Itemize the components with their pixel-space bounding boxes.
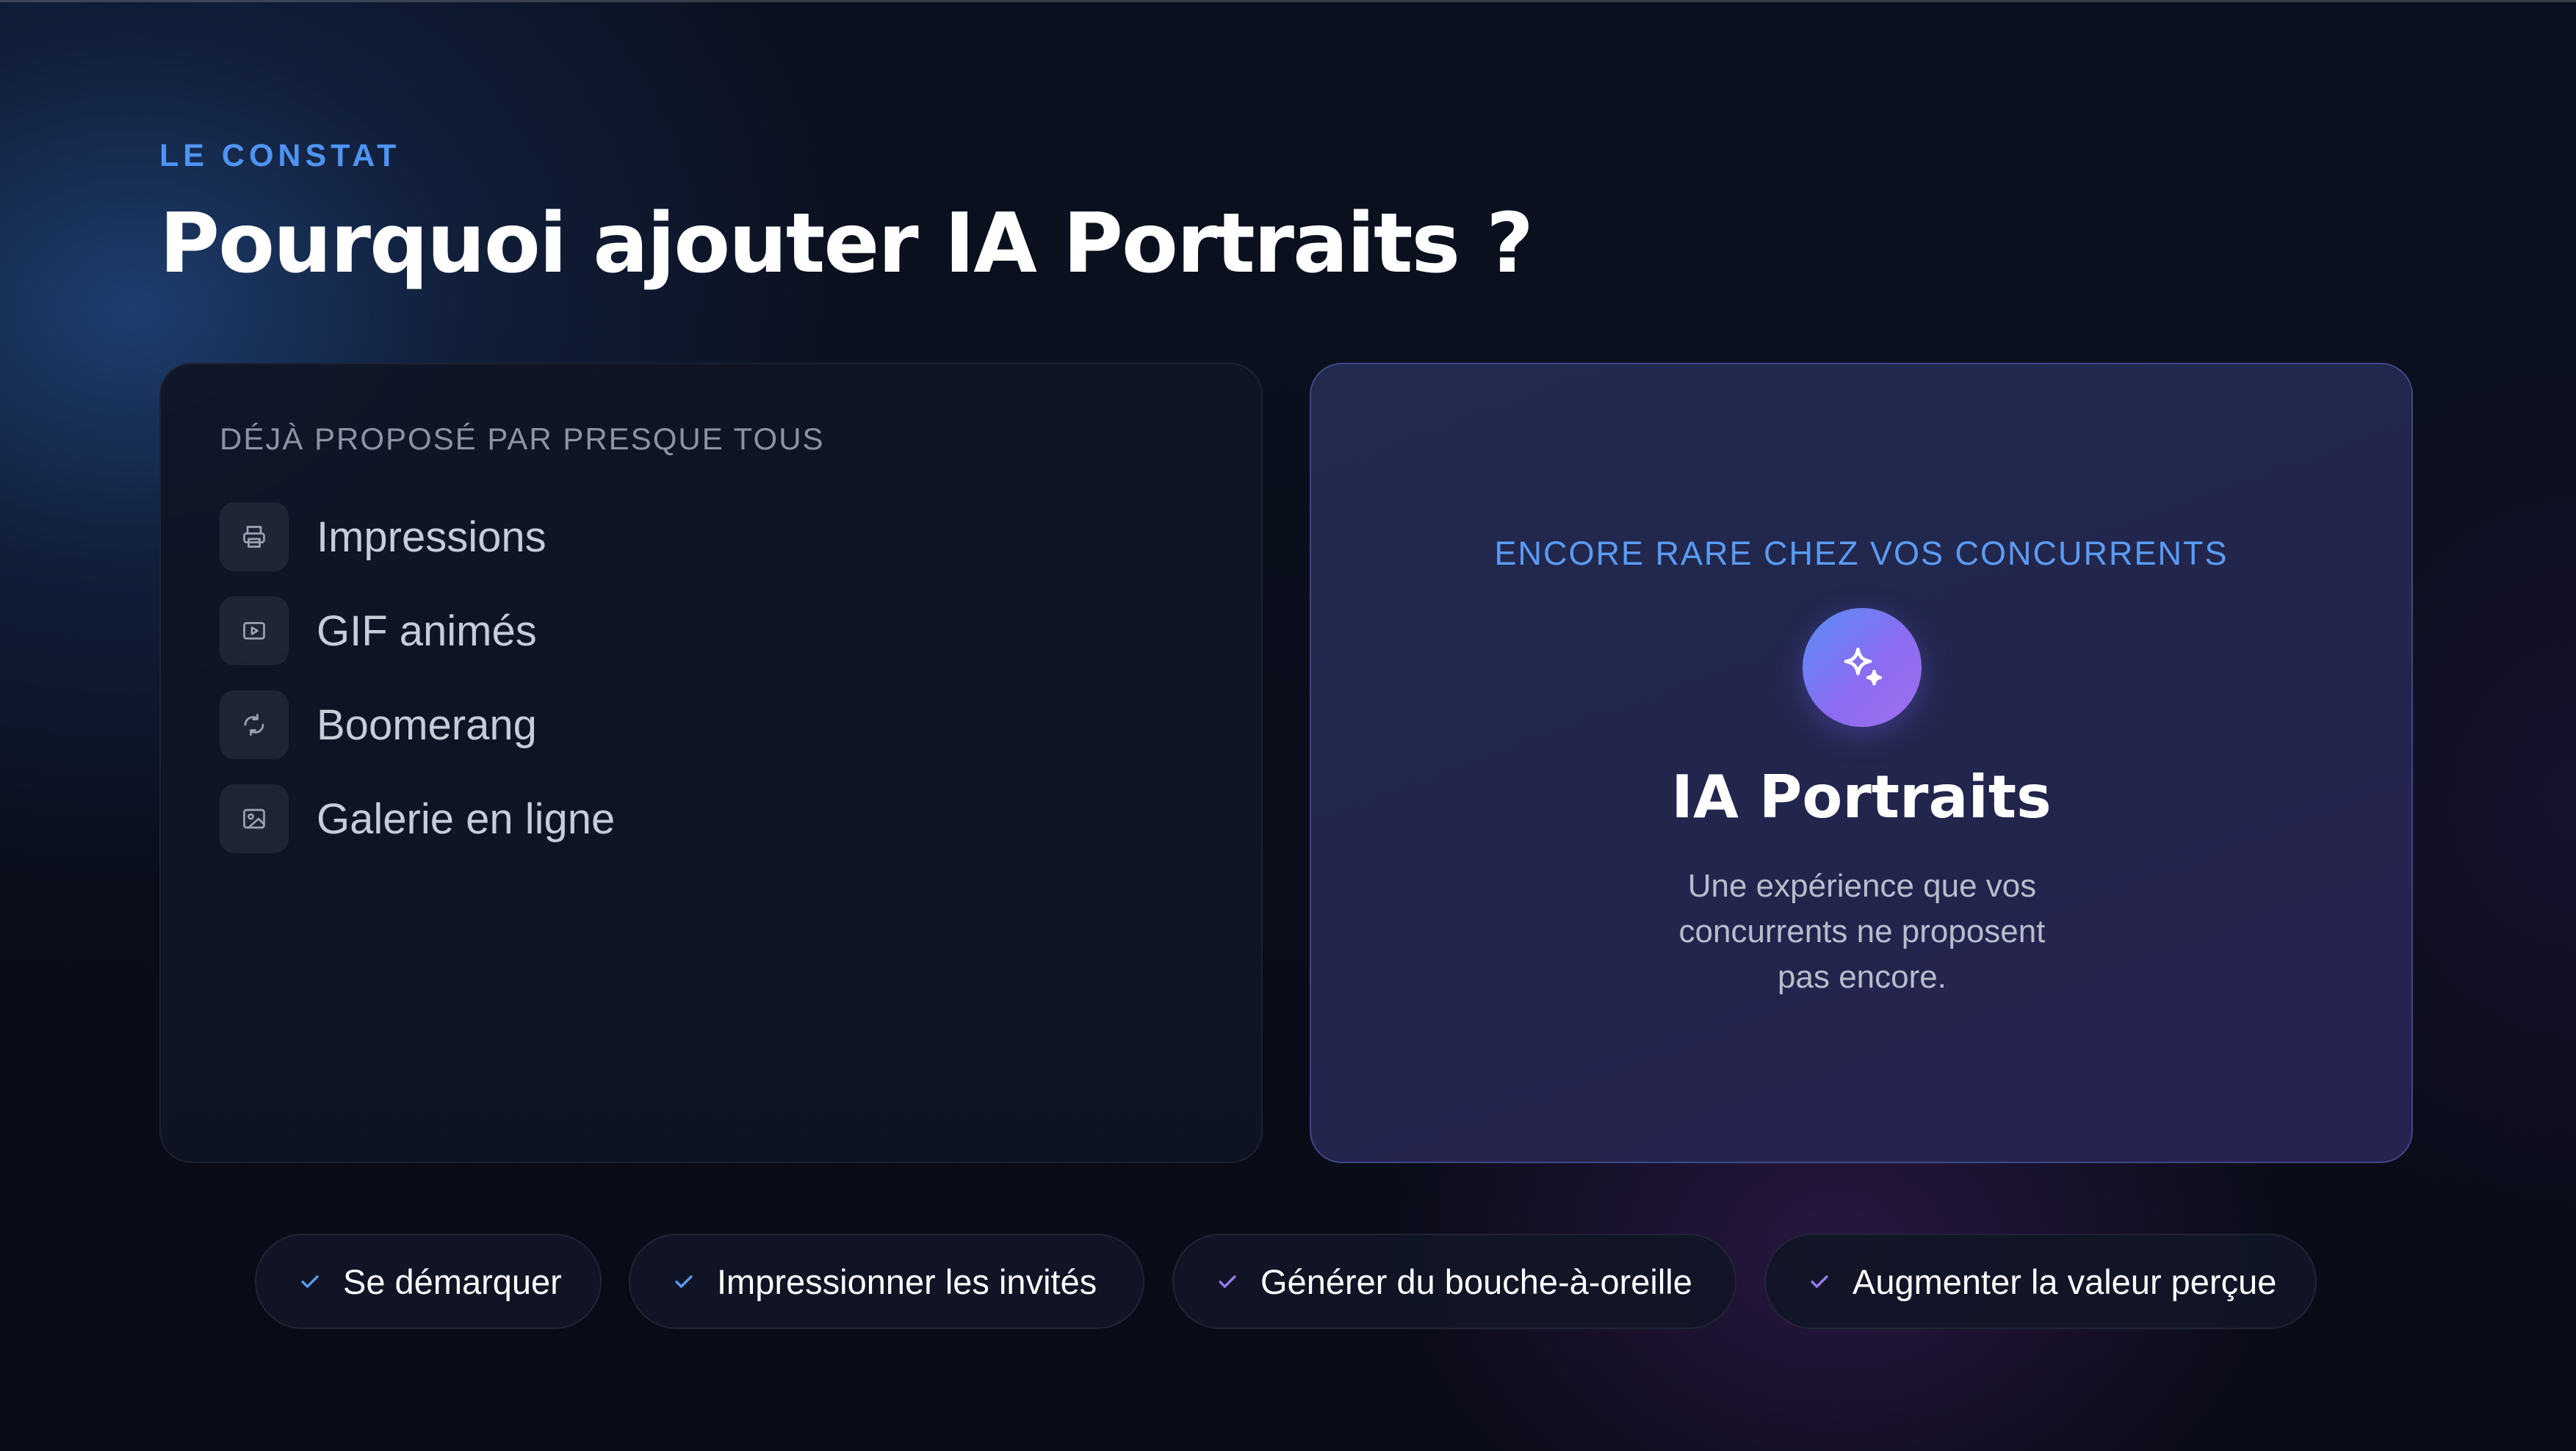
check-icon [301,1275,319,1288]
highlight-card: ENCORE RARE CHEZ VOS CONCURRENTS IA Port… [1310,363,2413,1163]
sparkles-icon [1803,608,1922,727]
feature-label: GIF animés [317,607,537,655]
benefit-pill: Se démarquer [255,1234,602,1329]
description-line: concurrents ne proposent [1678,913,2046,949]
list-item: Impressions [220,502,615,571]
list-item: Galerie en ligne [220,784,615,853]
benefit-label: Impressionner les invités [717,1262,1097,1301]
loop-icon [220,690,289,759]
common-features-card: DÉJÀ PROPOSÉ PAR PRESQUE TOUS Impression… [159,363,1263,1163]
product-description: Une expérience que vos concurrents ne pr… [1664,864,2060,1000]
printer-icon [220,502,289,571]
product-title: IA Portraits [1671,763,2052,831]
check-icon [1811,1275,1828,1288]
description-line: pas encore. [1778,959,1947,995]
common-features-heading: DÉJÀ PROPOSÉ PAR PRESQUE TOUS [220,421,825,456]
list-item: Boomerang [220,690,615,759]
feature-label: Boomerang [317,701,537,749]
benefit-pill: Impressionner les invités [629,1234,1144,1329]
check-icon [675,1275,693,1288]
benefit-pill: Augmenter la valeur perçue [1764,1234,2317,1329]
section-eyebrow: LE CONSTAT [159,138,401,173]
image-icon [220,784,289,853]
benefit-label: Augmenter la valeur perçue [1852,1262,2277,1301]
benefit-pill: Générer du bouche-à-oreille [1172,1234,1736,1329]
benefit-label: Générer du bouche-à-oreille [1260,1262,1692,1301]
page-title: Pourquoi ajouter IA Portraits ? [159,196,1534,292]
check-icon [1219,1275,1236,1288]
list-item: GIF animés [220,596,615,665]
benefits-row: Se démarquer Impressionner les invités G… [0,1234,2576,1329]
description-line: Une expérience que vos [1687,868,2037,904]
top-border [0,0,2576,2]
highlight-heading: ENCORE RARE CHEZ VOS CONCURRENTS [1494,535,2229,572]
benefit-label: Se démarquer [343,1262,562,1301]
feature-label: Galerie en ligne [317,795,616,843]
play-icon [220,596,289,665]
common-features-list: Impressions GIF animés Boomerang Galerie… [220,502,615,878]
feature-label: Impressions [317,513,546,561]
